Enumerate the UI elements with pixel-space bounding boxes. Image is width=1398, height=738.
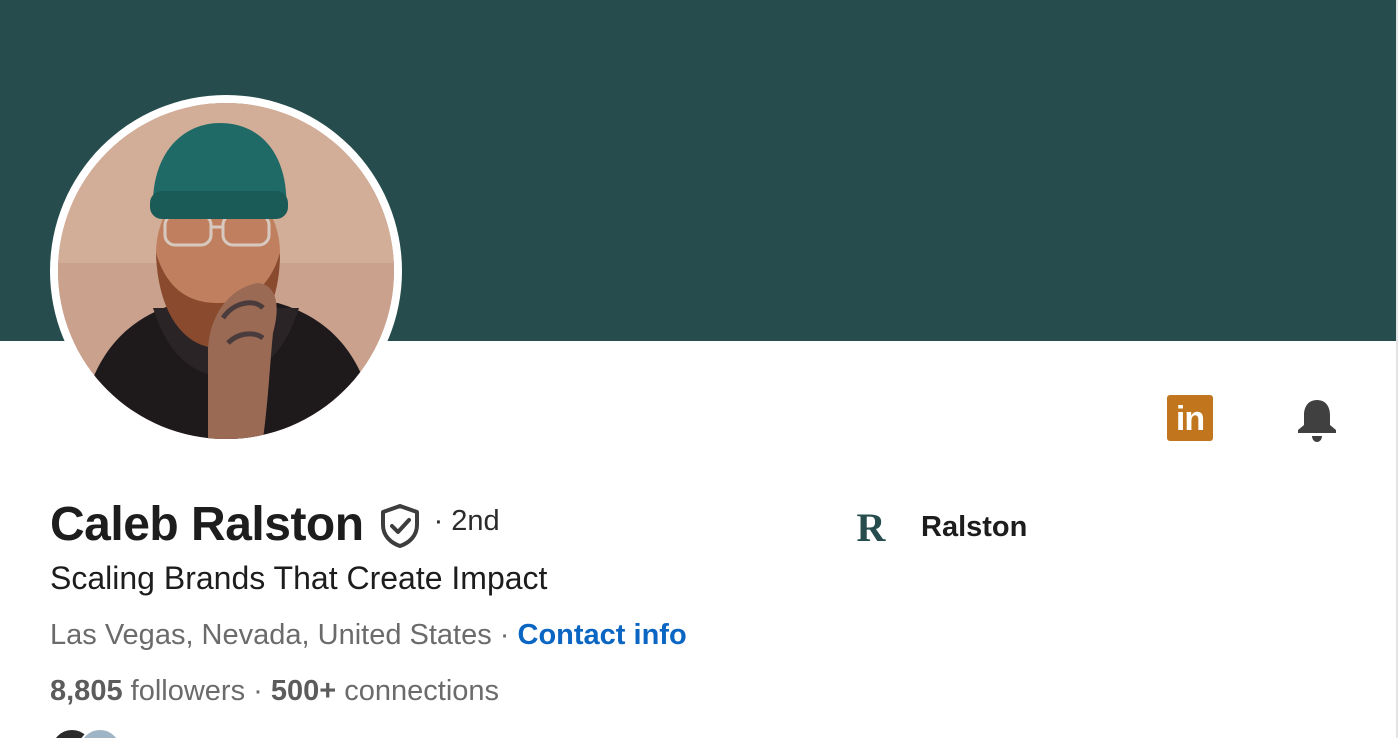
stats-separator: ·	[245, 675, 271, 707]
name-row: Caleb Ralston · 2nd	[50, 494, 500, 554]
current-company[interactable]: R Ralston	[846, 504, 1028, 550]
company-logo-letter: R	[856, 504, 886, 550]
profile-name: Caleb Ralston	[50, 497, 364, 551]
verified-icon[interactable]	[378, 503, 422, 549]
contact-info-link[interactable]: Contact info	[518, 619, 687, 651]
company-logo: R	[846, 504, 894, 550]
stats-row: 8,805 followers · 500+ connections	[50, 675, 499, 708]
mutual-connections-avatars[interactable]	[50, 728, 150, 738]
mutual-connection-avatar	[78, 728, 122, 738]
profile-photo-image	[58, 103, 394, 439]
linkedin-icon-text: in	[1175, 400, 1205, 438]
connection-degree: · 2nd	[433, 504, 500, 537]
connections-label[interactable]: connections	[336, 675, 499, 707]
bell-icon-glyph	[1298, 400, 1336, 442]
profile-card: in Caleb Ralston · 2nd Scaling Brands Th…	[0, 0, 1398, 738]
company-name: Ralston	[921, 510, 1028, 543]
profile-headline: Scaling Brands That Create Impact	[50, 560, 548, 596]
bell-icon[interactable]	[1293, 396, 1341, 444]
connections-count[interactable]: 500+	[271, 675, 336, 707]
profile-photo-frame	[50, 95, 402, 447]
profile-photo[interactable]	[58, 103, 394, 439]
followers-label: followers	[122, 675, 246, 707]
profile-location: Las Vegas, Nevada, United States	[50, 619, 492, 651]
location-row: Las Vegas, Nevada, United States · Conta…	[50, 619, 687, 652]
linkedin-icon[interactable]: in	[1167, 395, 1213, 441]
followers-count: 8,805	[50, 675, 123, 707]
profile-page: in Caleb Ralston · 2nd Scaling Brands Th…	[0, 0, 1398, 738]
location-separator: ·	[491, 619, 518, 651]
